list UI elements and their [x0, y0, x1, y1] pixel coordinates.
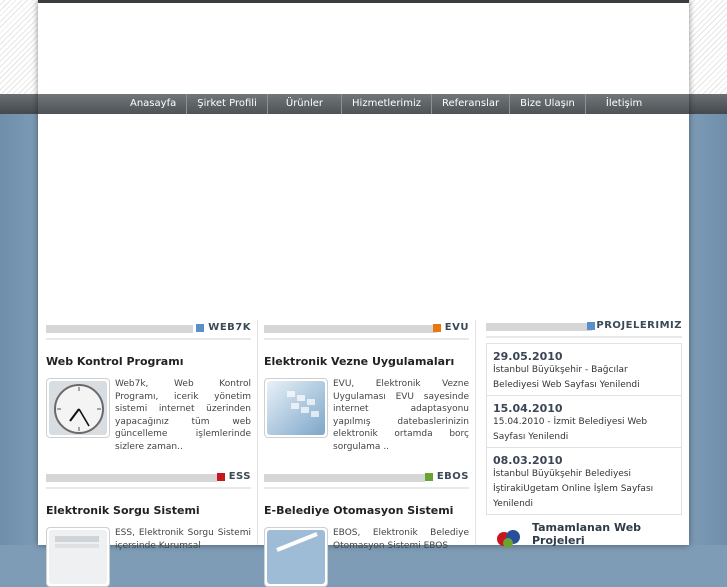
projects-heading: PROJELERIMIZ [596, 320, 682, 331]
header-bar [264, 325, 437, 333]
section-code[interactable]: EBOS [437, 471, 469, 482]
section-marker [587, 321, 596, 330]
product-item: EBOS, Elektronik Belediye Otomasyon Sist… [264, 527, 469, 587]
top-border [38, 0, 689, 3]
news-date: 08.03.2010 [493, 454, 563, 467]
pen-icon [267, 530, 325, 584]
papers-icon [49, 530, 107, 584]
nav-contact[interactable]: İletişim [586, 94, 652, 114]
header-bar [46, 325, 193, 333]
section-header: WEB7K [46, 322, 251, 336]
header-bar [486, 323, 592, 331]
section-code[interactable]: ESS [229, 471, 251, 482]
section-marker [424, 472, 433, 481]
product-description: EBOS, Elektronik Belediye Otomasyon Sist… [333, 528, 469, 551]
section-underline [486, 336, 682, 338]
news-text[interactable]: İstanbul Büyükşehir Belediyesi İştirakiU… [493, 467, 675, 512]
section-header: EBOS [264, 471, 469, 485]
section-marker [196, 323, 205, 332]
product-thumbnail[interactable] [46, 378, 110, 438]
nav-home[interactable]: Anasayfa [120, 94, 188, 114]
nav-contact-us[interactable]: Bize Ulaşın [510, 94, 586, 114]
clock-icon [49, 381, 107, 435]
news-item[interactable]: 29.05.2010 İstanbul Büyükşehir - Bağcıla… [487, 344, 681, 396]
section-underline [46, 487, 251, 489]
column-left: WEB7K Web Kontrol Programı Web7k, Web Ko… [46, 316, 251, 587]
section-web7k: WEB7K Web Kontrol Programı Web7k, Web Ko… [46, 322, 251, 453]
news-text[interactable]: İstanbul Büyükşehir - Bağcılar Belediyes… [493, 363, 675, 393]
nav-company-profile[interactable]: Şirket Profili [187, 94, 268, 114]
nav-services[interactable]: Hizmetlerimiz [342, 94, 432, 114]
product-title[interactable]: E-Belediye Otomasyon Sistemi [264, 504, 469, 517]
news-date: 15.04.2010 [493, 402, 563, 415]
banner-area [38, 114, 689, 316]
section-evu: EVU Elektronik Vezne Uygulamaları EVU, E… [264, 322, 469, 453]
product-item: EVU, Elektronik Vezne Uygulaması EVU say… [264, 378, 469, 453]
news-item[interactable]: 15.04.2010 15.04.2010 - İzmit Belediyesi… [487, 396, 681, 448]
product-description: Web7k, Web Kontrol Programı, icerik yöne… [115, 379, 251, 452]
page-container: Anasayfa Şirket Profili Ürünler Hizmetle… [38, 0, 689, 587]
product-description: EVU, Elektronik Vezne Uygulaması EVU say… [333, 379, 469, 452]
section-underline [264, 338, 469, 340]
section-header: EVU [264, 322, 469, 336]
section-code[interactable]: EVU [445, 322, 469, 333]
product-thumbnail[interactable] [264, 527, 328, 587]
product-title[interactable]: Elektronik Vezne Uygulamaları [264, 355, 469, 368]
product-title[interactable]: Web Kontrol Programı [46, 355, 251, 368]
column-divider [257, 320, 258, 545]
section-marker [216, 472, 225, 481]
section-header: ESS [46, 471, 251, 485]
column-projects: PROJELERIMIZ 29.05.2010 İstanbul Büyükşe… [486, 316, 682, 549]
news-item[interactable]: 08.03.2010 İstanbul Büyükşehir Belediyes… [487, 448, 681, 514]
keyboard-icon [267, 381, 325, 435]
completed-projects-label[interactable]: Tamamlanan Web Projeleri [532, 521, 682, 547]
section-ess: ESS Elektronik Sorgu Sistemi ESS, Elektr… [46, 471, 251, 587]
header-bar [264, 474, 425, 482]
product-item: Web7k, Web Kontrol Programı, icerik yöne… [46, 378, 251, 453]
main-nav: Anasayfa Şirket Profili Ürünler Hizmetle… [38, 94, 689, 114]
section-marker [432, 323, 441, 332]
section-ebos: EBOS E-Belediye Otomasyon Sistemi EBOS, … [264, 471, 469, 587]
product-item: ESS, Elektronik Sorgu Sistemi içersinde … [46, 527, 251, 587]
news-text[interactable]: 15.04.2010 - İzmit Belediyesi Web Sayfas… [493, 415, 675, 445]
nav-references[interactable]: Referanslar [432, 94, 511, 114]
column-middle: EVU Elektronik Vezne Uygulamaları EVU, E… [264, 316, 469, 587]
section-underline [46, 338, 251, 340]
globe-logo-icon [497, 530, 520, 548]
section-underline [264, 487, 469, 489]
section-header: PROJELERIMIZ [486, 320, 682, 334]
header-bar [46, 474, 217, 482]
section-code[interactable]: WEB7K [208, 322, 251, 333]
product-thumbnail[interactable] [46, 527, 110, 587]
news-list: 29.05.2010 İstanbul Büyükşehir - Bağcıla… [486, 343, 682, 515]
product-thumbnail[interactable] [264, 378, 328, 438]
news-date: 29.05.2010 [493, 350, 563, 363]
column-divider [475, 320, 476, 545]
nav-products[interactable]: Ürünler [268, 94, 343, 114]
product-description: ESS, Elektronik Sorgu Sistemi içersinde … [115, 528, 251, 551]
product-title[interactable]: Elektronik Sorgu Sistemi [46, 504, 251, 517]
